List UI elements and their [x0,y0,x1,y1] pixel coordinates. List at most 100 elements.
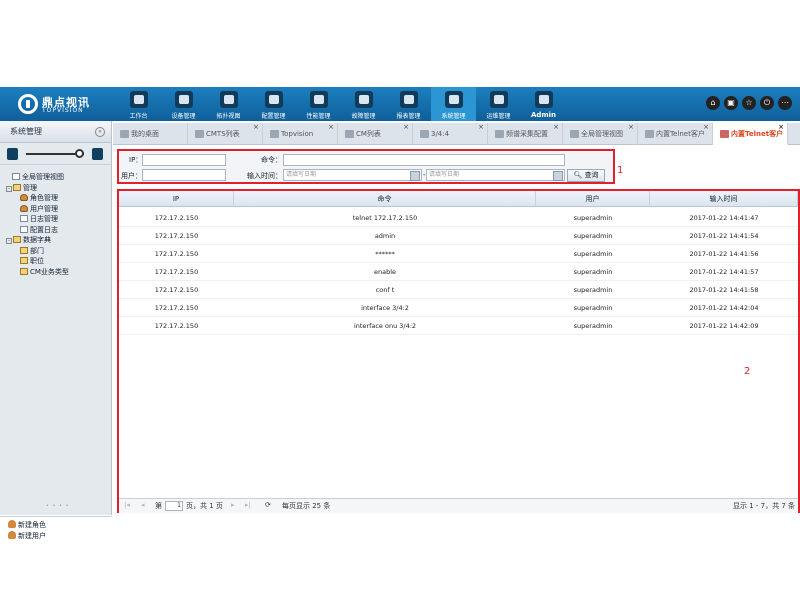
tab-page-icon [570,130,579,138]
tab-4[interactable]: 3/4:4 × [413,123,488,145]
close-icon[interactable]: × [403,123,409,138]
next-page-icon[interactable]: ▸ [231,501,235,509]
new-user-label: 新建用户 [18,532,46,540]
page-icon [12,173,20,180]
gear-icon [264,91,283,108]
column-header-user[interactable]: 用户 [536,191,650,207]
close-icon[interactable]: × [253,123,259,138]
table-row[interactable]: 172.17.2.150 ****** superadmin 2017-01-22 1… [119,245,798,263]
table-cell: superadmin [573,232,613,240]
nav-item-4[interactable]: 性能管理 [296,87,341,121]
tree-toggle-icon[interactable]: - [6,238,12,244]
start-date-input[interactable]: 请填写日期 [283,169,422,181]
new-role-link[interactable]: 新建角色 [8,520,112,531]
refresh-icon[interactable]: ⟳ [265,501,271,509]
user-input[interactable] [142,169,226,181]
tree-item[interactable]: 全局管理视图 [0,172,111,183]
close-icon[interactable]: × [478,123,484,138]
page-suffix: 页，共 1 页 [186,502,223,510]
last-page-icon[interactable]: ▸| [245,501,251,509]
calendar-icon[interactable] [553,171,563,181]
tab-8[interactable]: 内置Telnet客户 × [713,123,788,145]
power-icon[interactable]: ⏻ [760,96,774,110]
window-icon[interactable]: ▣ [724,96,738,110]
collapse-icon[interactable]: « [95,127,105,137]
folder-icon [20,246,28,254]
calendar-icon[interactable] [410,171,420,181]
column-header-ip[interactable]: IP [119,191,234,207]
tab-3[interactable]: CM列表 × [338,123,413,145]
command-input[interactable] [283,154,565,166]
tab-1[interactable]: CMTS列表 × [188,123,263,145]
tab-page-icon [270,130,279,138]
ip-input[interactable] [142,154,226,166]
tab-7[interactable]: 内置Telnet客户 × [638,123,713,145]
nav-item-7[interactable]: 系统管理 [431,87,476,121]
home-icon[interactable]: ⌂ [706,96,720,110]
zoom-in-button[interactable] [92,148,103,160]
close-icon[interactable]: × [778,123,784,138]
nav-item-9[interactable]: Admin [521,87,566,121]
user-icon [8,520,16,528]
tree-item[interactable]: 职位 [0,256,111,267]
tab-page-icon [495,130,504,138]
table-row[interactable]: 172.17.2.150 admin superadmin 2017-01-22 14… [119,227,798,245]
tree-item[interactable]: - 数据字典 [0,235,111,246]
table-row[interactable]: 172.17.2.150 interface 3/4:2 superadmin 201… [119,299,798,317]
tab-0[interactable]: 我的桌面 [113,123,188,145]
close-icon[interactable]: × [628,123,634,138]
table-row[interactable]: 172.17.2.150 enable superadmin 2017-01-22 1… [119,263,798,281]
tab-label: 全局管理视图 [581,130,623,138]
telnet-log-grid: IP 命令 用户 输入时间 172.17.2.150 telnet 172.17.… [117,189,800,513]
first-page-icon[interactable]: |◂ [124,501,130,509]
splitter-grip-icon[interactable]: • • • • [46,503,70,509]
tree-item[interactable]: 部门 [0,246,111,257]
nav-item-6[interactable]: 报表管理 [386,87,431,121]
more-icon[interactable]: ⋯ [778,96,792,110]
tab-5[interactable]: 频谱采集配置 × [488,123,563,145]
close-icon[interactable]: × [328,123,334,138]
tree-item[interactable]: 角色管理 [0,193,111,204]
prev-page-icon[interactable]: ◂ [141,501,145,509]
table-row[interactable]: 172.17.2.150 telnet 172.17.2.150 superadmi… [119,209,798,227]
grid-header: IP 命令 用户 输入时间 [119,191,798,207]
page-size-text: 每页显示 25 条 [282,502,331,510]
tab-2[interactable]: Topvision × [263,123,338,145]
tab-6[interactable]: 全局管理视图 × [563,123,638,145]
table-cell: 2017-01-22 14:41:58 [689,286,759,294]
logo: 鼎点视讯 TOPVISION [18,93,110,115]
nav-item-1[interactable]: 设备管理 [161,87,206,121]
tree-item[interactable]: 用户管理 [0,204,111,215]
table-row[interactable]: 172.17.2.150 conf t superadmin 2017-01-22 1… [119,281,798,299]
sidebar-zoom-slider[interactable] [0,143,111,165]
new-user-link[interactable]: 新建用户 [8,531,112,542]
tab-label: CMTS列表 [206,130,240,138]
nav-item-2[interactable]: 拓扑视图 [206,87,251,121]
nav-item-0[interactable]: 工作台 [116,87,161,121]
end-date-input[interactable]: 请填写日期 [426,169,565,181]
tree-item[interactable]: 日志管理 [0,214,111,225]
folder-icon [20,257,28,264]
tree-item[interactable]: 配置日志 [0,225,111,236]
column-header-command[interactable]: 命令 [234,191,536,207]
column-header-time[interactable]: 输入时间 [650,191,798,207]
page-number-input[interactable]: 1 [165,501,183,511]
close-icon[interactable]: × [703,123,709,138]
tree-item[interactable]: - 管理 [0,183,111,194]
table-cell: telnet 172.17.2.150 [352,214,418,222]
tab-bar: 我的桌面 CMTS列表 × Topvision × CM列表 × 3/4:4 × 频谱采集配置 × 全… [113,123,800,145]
tree-item-label: 角色管理 [30,194,58,202]
query-button[interactable]: 🔍︎ 查询 [567,169,605,182]
nav-item-5[interactable]: 故障管理 [341,87,386,121]
table-row[interactable]: 172.17.2.150 interface onu 3/4:2 superadmi… [119,317,798,335]
close-icon[interactable]: × [553,123,559,138]
table-cell: 2017-01-22 14:41:54 [689,232,759,240]
star-icon[interactable]: ☆ [742,96,756,110]
zoom-out-button[interactable] [7,148,18,160]
tree-toggle-icon[interactable]: - [6,185,12,192]
nav-item-3[interactable]: 配置管理 [251,87,296,121]
tree-item-label: 全局管理视图 [22,173,64,181]
slider-handle[interactable] [75,149,84,158]
tree-item[interactable]: CM业务类型 [0,267,111,278]
nav-item-8[interactable]: 运维管理 [476,87,521,121]
